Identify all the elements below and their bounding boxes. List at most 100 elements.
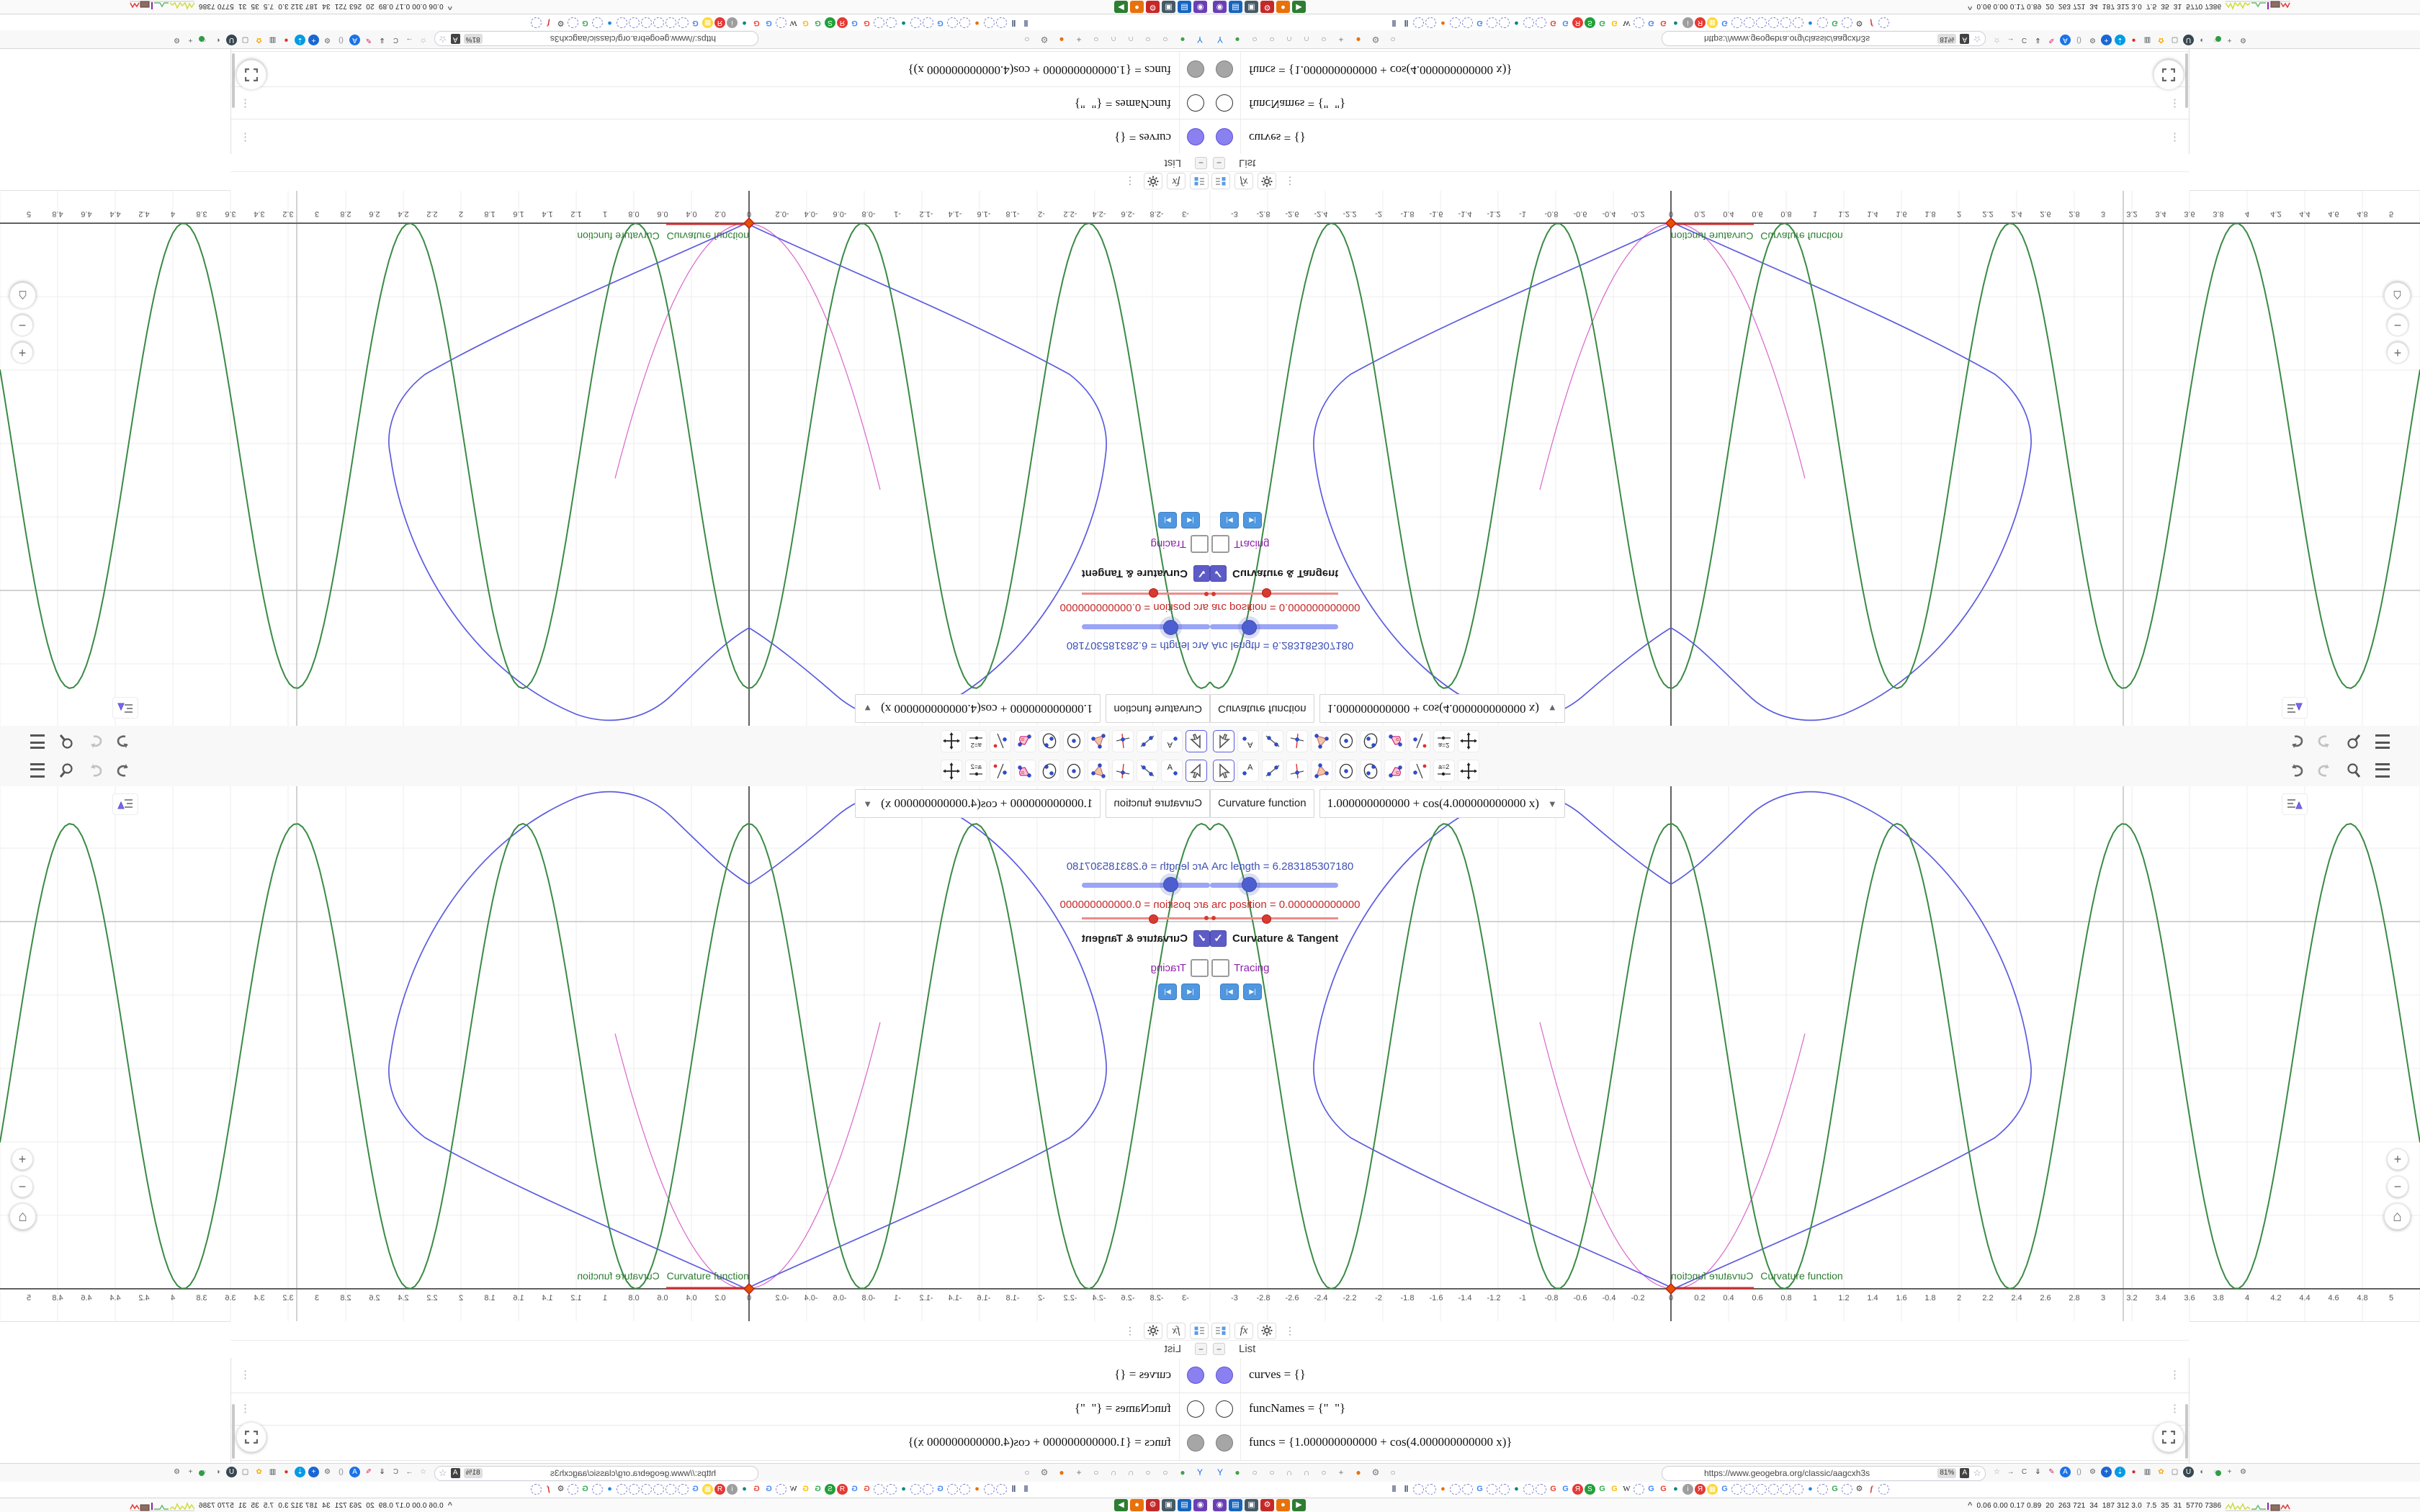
bookmark-icon[interactable]: ● <box>739 1484 750 1495</box>
bookmark-icon[interactable] <box>1634 17 1644 28</box>
extension-icon[interactable]: ◐ <box>2197 1467 2208 1477</box>
tool-slider-button[interactable]: a=2 <box>965 760 987 782</box>
tool-polygon-button[interactable] <box>1311 760 1332 782</box>
bookmark-icon[interactable] <box>678 1484 689 1495</box>
bookmark-icon[interactable] <box>1487 1484 1497 1495</box>
arc-length-slider-handle[interactable] <box>1242 620 1257 635</box>
bookmark-icon[interactable]: ● <box>1511 17 1522 28</box>
step-forward-button[interactable]: ▶| <box>1243 984 1262 1000</box>
browser-toolbar-icon[interactable]: ⚙ <box>1370 34 1381 45</box>
extension-icon[interactable]: → <box>2005 1467 2016 1477</box>
bookmark-icon[interactable] <box>629 1484 640 1495</box>
extension-icon[interactable]: ⇓ <box>2033 1467 2043 1477</box>
bookmark-icon[interactable] <box>617 1484 627 1495</box>
bookmark-icon[interactable]: Я <box>837 17 848 28</box>
bookmark-icon[interactable]: G <box>751 17 762 28</box>
browser-toolbar-icon[interactable]: ○ <box>1318 1467 1330 1478</box>
browser-toolbar-icon[interactable]: ∩ <box>1108 1467 1119 1478</box>
arc-position-slider[interactable] <box>1210 917 1338 919</box>
extension-icon[interactable]: ☆ <box>418 35 429 45</box>
extension-icon[interactable]: ⚙ <box>2087 35 2098 45</box>
bookmark-icon[interactable] <box>1523 1484 1534 1495</box>
extension-icon[interactable]: ▥ <box>267 35 278 45</box>
browser-toolbar-icon[interactable]: ○ <box>1387 34 1399 45</box>
reader-mode-icon[interactable]: A <box>450 34 460 45</box>
taskbar-app-icon[interactable]: ▣ <box>1162 1499 1175 1511</box>
bookmark-icon[interactable] <box>1634 1484 1644 1495</box>
reader-mode-icon[interactable]: A <box>450 1467 460 1478</box>
tray-expand-icon[interactable]: ^ <box>1968 1501 1972 1510</box>
reader-mode-icon[interactable]: A <box>1960 34 1970 45</box>
browser-toolbar-icon[interactable]: ● <box>1177 34 1188 45</box>
browser-toolbar-icon[interactable]: ● <box>1353 34 1364 45</box>
bookmark-icon[interactable] <box>874 17 884 28</box>
browser-toolbar-icon[interactable]: Y <box>1214 34 1226 45</box>
bookmark-icon[interactable] <box>1425 1484 1436 1495</box>
extension-icon[interactable]: C <box>390 35 401 45</box>
extension-icon[interactable]: C <box>2019 35 2030 45</box>
arc-length-slider-handle[interactable] <box>1163 620 1178 635</box>
zoom-level-badge[interactable]: 81% <box>1937 1467 1957 1478</box>
bookmark-icon[interactable] <box>1450 1484 1461 1495</box>
bookmark-icon[interactable]: ● <box>1670 1484 1681 1495</box>
extension-icon[interactable]: ⚙ <box>171 35 182 45</box>
row-kebab-icon[interactable]: ⋮ <box>240 1368 251 1381</box>
algebra-row[interactable]: funcs = {1.000000000000 + cos(4.00000000… <box>231 51 1210 86</box>
bookmark-icon[interactable] <box>1413 1484 1424 1495</box>
taskbar-app-icon[interactable]: ▶ <box>1292 1 1306 13</box>
tool-perpendicular-button[interactable] <box>1112 760 1134 782</box>
bookmark-icon[interactable]: Я <box>1695 1484 1706 1495</box>
bookmark-icon[interactable]: ● <box>972 17 982 28</box>
bookmark-icon[interactable]: G <box>1609 17 1620 28</box>
extension-icon[interactable]: ✎ <box>2046 35 2057 45</box>
curvature-tangent-checkbox[interactable]: ✓ <box>1193 565 1210 582</box>
collapse-list-button[interactable]: − <box>1195 1343 1207 1355</box>
algebra-row[interactable]: funcNames = {" "} ⋮ <box>1210 1393 2189 1426</box>
bookmark-icon[interactable]: ● <box>604 1484 615 1495</box>
extension-icon[interactable]: ⇓ <box>377 1467 387 1477</box>
extension-icon[interactable]: ▢ <box>240 1467 251 1477</box>
bookmark-icon[interactable]: G <box>935 1484 946 1495</box>
taskbar-app-icon[interactable]: ▤ <box>1178 1 1191 13</box>
bookmark-icon[interactable]: W <box>788 17 799 28</box>
bookmark-icon[interactable] <box>886 17 897 28</box>
tool-angle-button[interactable]: α <box>1384 730 1406 752</box>
scrollbar-thumb[interactable] <box>232 1404 235 1459</box>
visibility-marble[interactable] <box>1216 1400 1233 1418</box>
bookmark-icon[interactable]: f <box>1866 1484 1877 1495</box>
bookmark-icon[interactable]: ● <box>604 17 615 28</box>
tool-ellipse-button[interactable] <box>1039 730 1060 752</box>
bookmark-icon[interactable]: W <box>1621 17 1632 28</box>
tray-expand-icon[interactable]: ^ <box>448 2 452 11</box>
bookmark-icon[interactable]: G <box>1646 1484 1657 1495</box>
extension-icon[interactable]: ✎ <box>2046 1467 2057 1477</box>
algebra-row[interactable]: funcs = {1.000000000000 + cos(4.00000000… <box>231 1426 1210 1461</box>
bookmark-icon[interactable]: ● <box>1438 1484 1448 1495</box>
function-tools-button[interactable]: fx <box>1234 173 1253 190</box>
extension-icon[interactable]: U <box>226 1467 237 1477</box>
tool-circle-button[interactable] <box>1335 760 1357 782</box>
browser-toolbar-icon[interactable]: ∩ <box>1125 34 1137 45</box>
extension-icon[interactable]: () <box>2074 1467 2084 1477</box>
extension-icon[interactable]: ● <box>2128 1467 2139 1477</box>
tool-perpendicular-button[interactable] <box>1286 730 1308 752</box>
bookmark-icon[interactable] <box>1756 1484 1767 1495</box>
taskbar-app-icon[interactable]: ● <box>1276 1 1290 13</box>
extension-icon[interactable]: → <box>404 1467 415 1477</box>
browser-toolbar-icon[interactable]: ○ <box>1249 1467 1260 1478</box>
algebra-row[interactable]: curves = {} ⋮ <box>1210 119 2189 154</box>
extension-icon[interactable]: + <box>2224 35 2235 45</box>
arc-position-slider[interactable] <box>1082 917 1210 919</box>
extension-icon[interactable]: ✎ <box>363 35 374 45</box>
settings-gear-button[interactable] <box>1258 173 1276 190</box>
algebra-row[interactable]: funcs = {1.000000000000 + cos(4.00000000… <box>1210 51 2189 86</box>
browser-toolbar-icon[interactable]: + <box>1335 34 1347 45</box>
extension-icon[interactable]: ◐ <box>2197 35 2208 45</box>
tool-pan-button[interactable] <box>941 730 962 752</box>
bookmark-star-icon[interactable]: ☆ <box>439 1467 447 1478</box>
taskbar-app-icon[interactable]: ● <box>1276 1499 1290 1511</box>
bookmark-icon[interactable]: Я <box>714 17 725 28</box>
kebab-menu-button[interactable]: ⋮ <box>1281 173 1299 190</box>
home-button[interactable]: ⌂ <box>2384 282 2411 309</box>
bookmark-icon[interactable] <box>1878 17 1889 28</box>
